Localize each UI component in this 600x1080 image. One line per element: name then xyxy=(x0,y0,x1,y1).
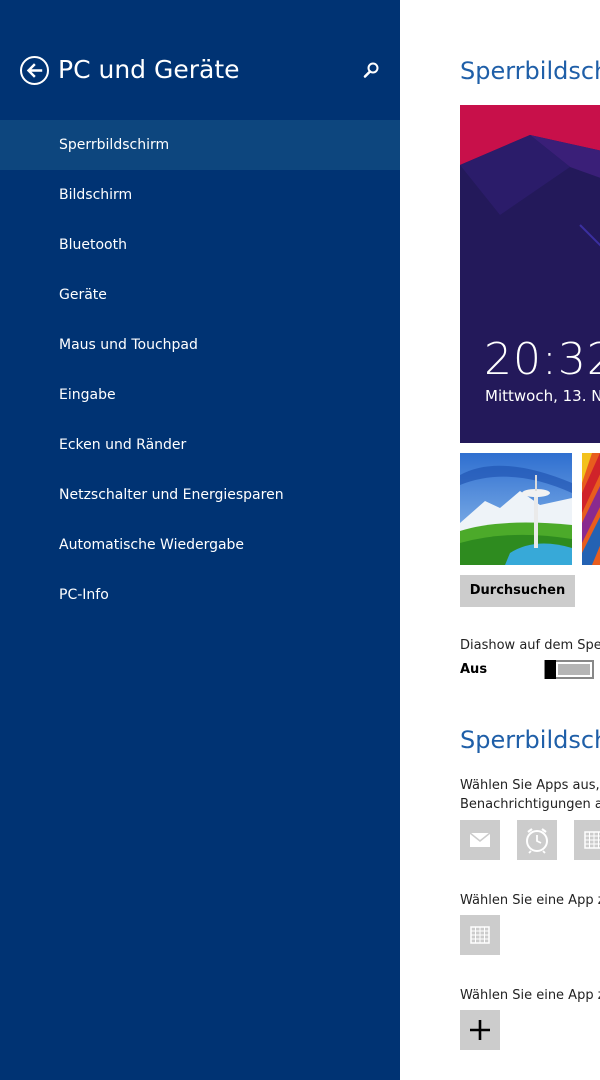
lock-screen-preview: 20:32 Mittwoch, 13. N xyxy=(460,105,600,443)
toggle-knob[interactable] xyxy=(545,660,556,679)
plus-icon xyxy=(470,1020,490,1040)
nav-item-bildschirm[interactable]: Bildschirm xyxy=(0,170,400,220)
calendar-icon xyxy=(584,831,600,849)
alarm-clock-icon xyxy=(526,828,548,854)
nav-item-pc-info[interactable]: PC-Info xyxy=(0,570,400,620)
search-button[interactable] xyxy=(360,60,382,82)
app-tile-calendar[interactable] xyxy=(574,820,600,860)
nav-list: Sperrbildschirm Bildschirm Bluetooth Ger… xyxy=(0,120,400,620)
add-app-button[interactable] xyxy=(460,1010,500,1050)
back-button[interactable] xyxy=(19,55,50,86)
browse-button[interactable]: Durchsuchen xyxy=(460,575,575,607)
preview-date: Mittwoch, 13. N xyxy=(485,387,600,405)
calendar-icon xyxy=(470,926,490,944)
apps-description-line2: Benachrichtigungen an xyxy=(460,797,600,812)
slideshow-toggle[interactable] xyxy=(544,660,594,679)
background-thumbnail-space-needle[interactable] xyxy=(460,453,572,565)
back-arrow-icon xyxy=(20,56,49,85)
space-needle-image xyxy=(460,453,572,565)
apps-description-line1: Wählen Sie Apps aus, d xyxy=(460,778,600,793)
nav-item-geraete[interactable]: Geräte xyxy=(0,270,400,320)
nav-item-automatische-wiedergabe[interactable]: Automatische Wiedergabe xyxy=(0,520,400,570)
preview-time: 20:32 xyxy=(484,334,600,385)
detail-app-description: Wählen Sie eine App z xyxy=(460,893,600,908)
nav-item-netzschalter[interactable]: Netzschalter und Energiesparen xyxy=(0,470,400,520)
nav-item-eingabe[interactable]: Eingabe xyxy=(0,370,400,420)
section-title-background: Sperrbildschi xyxy=(460,57,600,85)
app-tile-alarm[interactable] xyxy=(517,820,557,860)
alarm-app-description: Wählen Sie eine App z xyxy=(460,988,600,1003)
nav-item-ecken-und-raender[interactable]: Ecken und Ränder xyxy=(0,420,400,470)
toggle-track xyxy=(558,664,590,675)
nav-item-sperrbildschirm[interactable]: Sperrbildschirm xyxy=(0,120,400,170)
colored-pencils-image xyxy=(582,453,600,565)
app-tile-mail[interactable] xyxy=(460,820,500,860)
content-pane: Sperrbildschi 20:32 Mittwoch, 13. N xyxy=(400,0,600,1080)
page-title: PC und Geräte xyxy=(58,55,240,84)
search-icon xyxy=(363,62,379,78)
navigation-pane: PC und Geräte Sperrbildschirm Bildschirm… xyxy=(0,0,400,1080)
nav-item-bluetooth[interactable]: Bluetooth xyxy=(0,220,400,270)
mail-icon xyxy=(469,832,491,847)
app-tile-detail-calendar[interactable] xyxy=(460,915,500,955)
nav-item-maus-und-touchpad[interactable]: Maus und Touchpad xyxy=(0,320,400,370)
slideshow-label: Diashow auf dem Sper xyxy=(460,638,600,653)
slideshow-state: Aus xyxy=(460,662,488,677)
section-title-apps: Sperrbildschi xyxy=(460,726,600,754)
background-thumbnail-colors[interactable] xyxy=(582,453,600,565)
